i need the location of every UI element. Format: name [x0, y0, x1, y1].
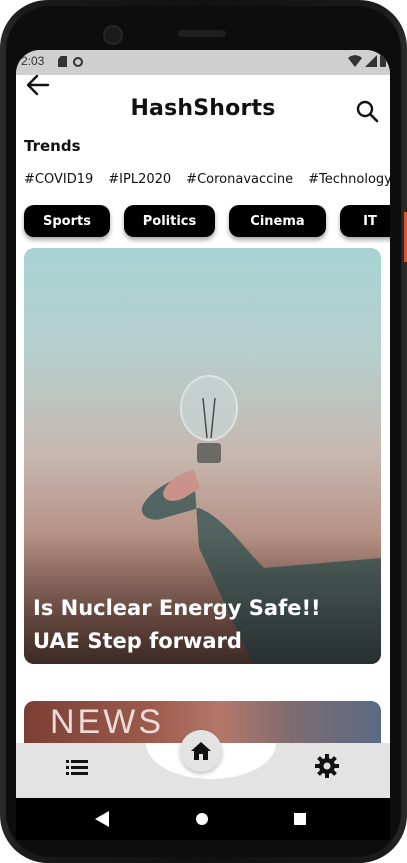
category-chips: Sports Politics Cinema IT	[24, 205, 390, 237]
nav-recents-icon[interactable]	[294, 813, 306, 825]
arrow-left-icon	[26, 74, 50, 96]
category-sports[interactable]: Sports	[24, 205, 110, 237]
category-cinema[interactable]: Cinema	[229, 205, 326, 237]
list-icon	[66, 760, 88, 775]
nav-home-icon[interactable]	[196, 813, 208, 825]
category-politics[interactable]: Politics	[124, 205, 215, 237]
tag-coronavaccine[interactable]: #Coronavaccine	[186, 172, 293, 187]
trending-tags: #COVID19 #IPL2020 #Coronavaccine #Techno…	[24, 172, 390, 187]
sync-icon	[73, 56, 83, 67]
sd-card-icon	[58, 56, 67, 67]
settings-button[interactable]	[314, 753, 340, 779]
trends-heading: Trends	[24, 137, 81, 155]
home-icon	[191, 742, 211, 760]
tag-technology[interactable]: #Technology	[308, 172, 390, 187]
screen: 2:03 HashShorts Trends #COVID19 #IPL2020…	[16, 50, 390, 798]
app-title: HashShorts	[130, 96, 276, 121]
news-card[interactable]: Is Nuclear Energy Safe!! UAE Step forwar…	[24, 248, 381, 664]
front-camera	[103, 25, 123, 45]
category-it[interactable]: IT	[340, 205, 390, 237]
home-button[interactable]	[180, 730, 222, 772]
news-card-title: Is Nuclear Energy Safe!! UAE Step forwar…	[33, 596, 321, 653]
wifi-icon	[348, 55, 362, 67]
nav-back-icon[interactable]	[95, 811, 109, 827]
tag-covid19[interactable]: #COVID19	[24, 172, 93, 187]
signal-icon	[365, 55, 377, 67]
status-time: 2:03	[21, 54, 45, 68]
battery-icon	[380, 55, 386, 67]
gear-icon	[315, 754, 339, 778]
search-icon	[356, 100, 379, 123]
search-button[interactable]	[354, 98, 380, 124]
back-button[interactable]	[24, 72, 52, 98]
news-image-text: NEWS	[50, 703, 164, 741]
system-navigation-bar	[16, 798, 390, 840]
status-bar: 2:03	[16, 50, 390, 75]
tag-ipl2020[interactable]: #IPL2020	[108, 172, 171, 187]
list-button[interactable]	[66, 758, 88, 776]
bottom-navigation	[16, 730, 390, 798]
earpiece-speaker	[178, 30, 226, 37]
